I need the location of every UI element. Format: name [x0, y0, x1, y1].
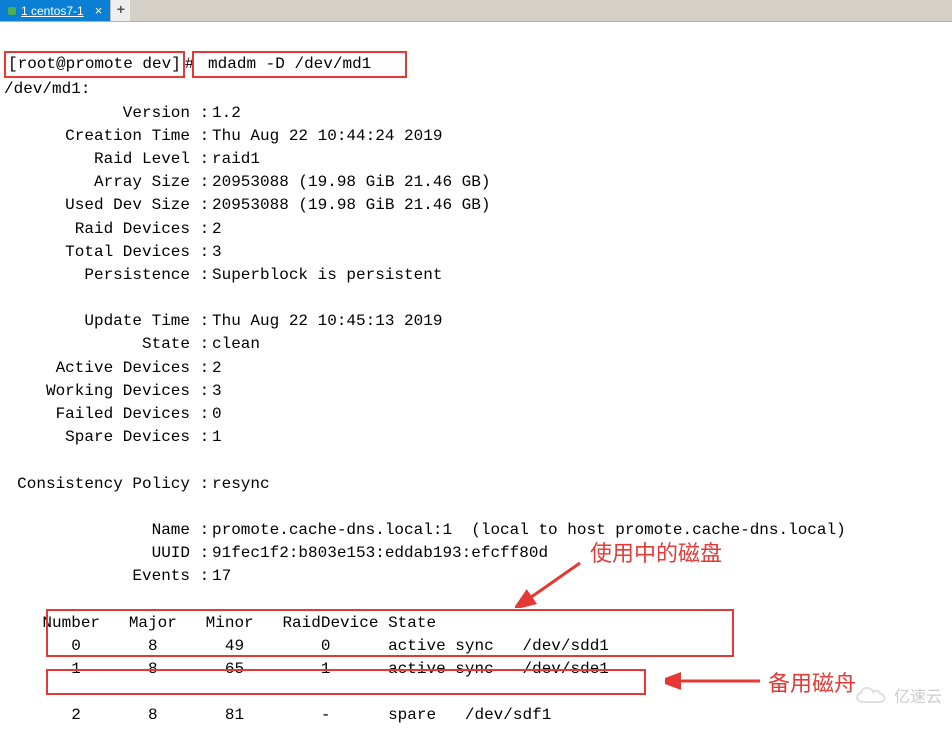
command-text: mdadm -D /dev/md1 — [208, 55, 371, 73]
k-consistency-policy: Consistency Policy — [4, 473, 190, 496]
v-update-time: Thu Aug 22 10:45:13 2019 — [212, 312, 442, 330]
v-uuid: 91fec1f2:b803e153:eddab193:efcff80d — [212, 544, 548, 562]
colon: : — [190, 194, 212, 217]
v-working-devices: 3 — [212, 382, 222, 400]
v-version: 1.2 — [212, 104, 241, 122]
k-version: Version — [4, 102, 190, 125]
k-array-size: Array Size — [4, 171, 190, 194]
v-failed-devices: 0 — [212, 405, 222, 423]
device-line: /dev/md1: — [4, 80, 90, 98]
k-state: State — [4, 333, 190, 356]
v-spare-devices: 1 — [212, 428, 222, 446]
k-name: Name — [4, 519, 190, 542]
k-total-devices: Total Devices — [4, 241, 190, 264]
device-row-2: 2 8 81 - spare /dev/sdf1 — [4, 706, 551, 724]
v-state: clean — [212, 335, 260, 353]
k-working-devices: Working Devices — [4, 380, 190, 403]
colon: : — [190, 519, 212, 542]
colon: : — [190, 380, 212, 403]
colon: : — [190, 542, 212, 565]
colon: : — [190, 148, 212, 171]
colon: : — [190, 102, 212, 125]
annotation-in-use: 使用中的磁盘 — [590, 536, 722, 568]
colon: : — [190, 218, 212, 241]
highlight-active-rows — [46, 609, 734, 657]
colon: : — [190, 264, 212, 287]
v-array-size: 20953088 (19.98 GiB 21.46 GB) — [212, 173, 490, 191]
arrow-icon — [515, 558, 585, 608]
v-events: 17 — [212, 567, 231, 585]
colon: : — [190, 403, 212, 426]
highlight-spare-row — [46, 669, 646, 695]
v-raid-devices: 2 — [212, 220, 222, 238]
colon: : — [190, 473, 212, 496]
k-raid-level: Raid Level — [4, 148, 190, 171]
k-events: Events — [4, 565, 190, 588]
watermark-text: 亿速云 — [894, 683, 942, 707]
k-uuid: UUID — [4, 542, 190, 565]
v-name: promote.cache-dns.local:1 (local to host… — [212, 521, 846, 539]
v-total-devices: 3 — [212, 243, 222, 261]
v-persistence: Superblock is persistent — [212, 266, 442, 284]
arrow-icon — [665, 670, 765, 692]
tab-bar: 1 centos7-1 × + — [0, 0, 952, 22]
close-icon[interactable]: × — [95, 3, 103, 18]
k-active-devices: Active Devices — [4, 357, 190, 380]
k-update-time: Update Time — [4, 310, 190, 333]
tab-label: 1 centos7-1 — [21, 4, 84, 18]
v-used-dev-size: 20953088 (19.98 GiB 21.46 GB) — [212, 196, 490, 214]
prompt-text: [root@promote dev] — [8, 55, 181, 73]
colon: : — [190, 171, 212, 194]
v-active-devices: 2 — [212, 359, 222, 377]
watermark: 亿速云 — [852, 683, 942, 707]
tab-centos7-1[interactable]: 1 centos7-1 × — [0, 0, 110, 21]
colon: : — [190, 333, 212, 356]
v-creation-time: Thu Aug 22 10:44:24 2019 — [212, 127, 442, 145]
v-raid-level: raid1 — [212, 150, 260, 168]
k-failed-devices: Failed Devices — [4, 403, 190, 426]
shell-prompt: [root@promote dev] — [4, 51, 185, 78]
cloud-icon — [852, 684, 888, 706]
colon: : — [190, 310, 212, 333]
k-used-dev-size: Used Dev Size — [4, 194, 190, 217]
status-dot-icon — [8, 7, 16, 15]
add-tab-button[interactable]: + — [110, 0, 130, 21]
k-creation-time: Creation Time — [4, 125, 190, 148]
k-raid-devices: Raid Devices — [4, 218, 190, 241]
colon: : — [190, 426, 212, 449]
colon: : — [190, 125, 212, 148]
colon: : — [190, 357, 212, 380]
command-box: mdadm -D /dev/md1 — [192, 51, 406, 78]
colon: : — [190, 565, 212, 588]
v-consistency-policy: resync — [212, 475, 270, 493]
colon: : — [190, 241, 212, 264]
k-persistence: Persistence — [4, 264, 190, 287]
k-spare-devices: Spare Devices — [4, 426, 190, 449]
annotation-spare: 备用磁舟 — [768, 666, 856, 698]
